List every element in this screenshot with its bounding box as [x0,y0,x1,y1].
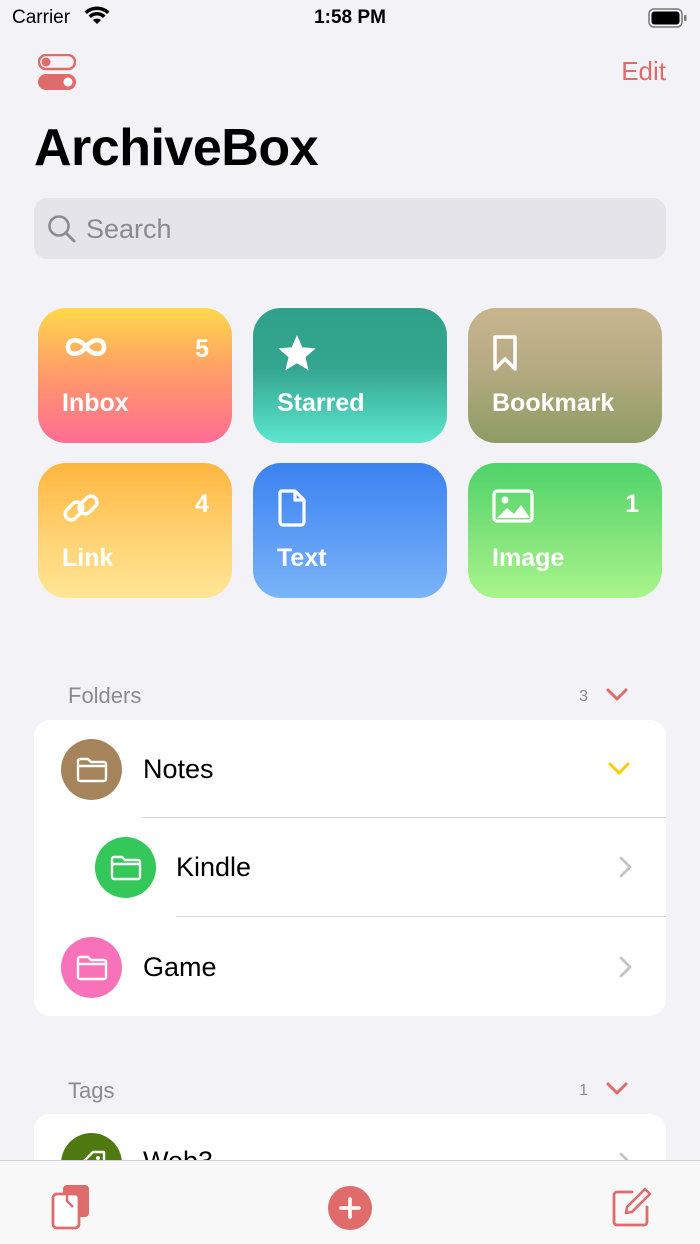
link-icon [63,494,99,522]
compose-icon[interactable] [612,1187,652,1227]
search-input[interactable]: Search [86,214,172,245]
toggle-icon[interactable] [38,54,76,90]
document-icon [278,489,306,527]
status-time: 1:58 PM [314,7,386,28]
divider [176,916,666,917]
battery-icon [648,8,687,28]
chevron-down-icon[interactable] [606,688,628,702]
folders-count: 3 [579,688,588,705]
tags-count: 1 [579,1082,588,1099]
folder-row-notes[interactable]: Notes [34,720,666,818]
search-bar[interactable]: Search [34,198,666,259]
edit-button[interactable]: Edit [621,56,666,87]
folder-icon [76,757,107,782]
chevron-down-icon[interactable] [608,762,630,776]
star-icon [278,335,316,371]
add-button[interactable] [327,1185,373,1231]
tile-bookmark[interactable]: Bookmark [468,308,662,443]
page-title: ArchiveBox [34,119,319,177]
infinity-icon [65,338,107,356]
tile-label: Starred [277,389,365,417]
folder-label: Kindle [176,852,252,882]
tile-label: Text [277,544,327,572]
tile-count: 5 [195,335,209,363]
chevron-right-icon[interactable] [618,856,632,878]
tile-text[interactable]: Text [253,463,447,598]
tile-starred[interactable]: Starred [253,308,447,443]
tile-count: 4 [195,490,209,518]
folder-icon [110,855,141,880]
search-icon [48,215,76,243]
folder-row-kindle[interactable]: Kindle [34,818,666,916]
folder-label: Notes [143,754,214,784]
tile-image[interactable]: 1 Image [468,463,662,598]
clipboard-icon[interactable] [51,1183,91,1231]
tags-header: Tags [68,1078,115,1103]
folder-row-game[interactable]: Game [34,918,666,1016]
chevron-down-icon[interactable] [606,1082,628,1096]
tile-link[interactable]: 4 Link [38,463,232,598]
folder-label: Game [143,952,217,982]
folder-icon [76,955,107,980]
folder-avatar [61,739,122,800]
tile-inbox[interactable]: 5 Inbox [38,308,232,443]
folder-avatar [95,837,156,898]
folder-avatar [61,937,122,998]
bookmark-icon [493,335,517,371]
tile-label: Image [492,544,565,572]
status-bar: Carrier 1:58 PM [0,0,700,36]
tile-label: Link [62,544,114,572]
folders-list: Notes Kindle Game [34,720,666,1016]
photo-icon [492,489,534,523]
bottom-toolbar [0,1160,700,1244]
folders-header: Folders [68,683,142,708]
chevron-right-icon[interactable] [618,956,632,978]
tile-label: Inbox [62,389,129,417]
tile-count: 1 [625,490,639,518]
tile-label: Bookmark [492,389,615,417]
